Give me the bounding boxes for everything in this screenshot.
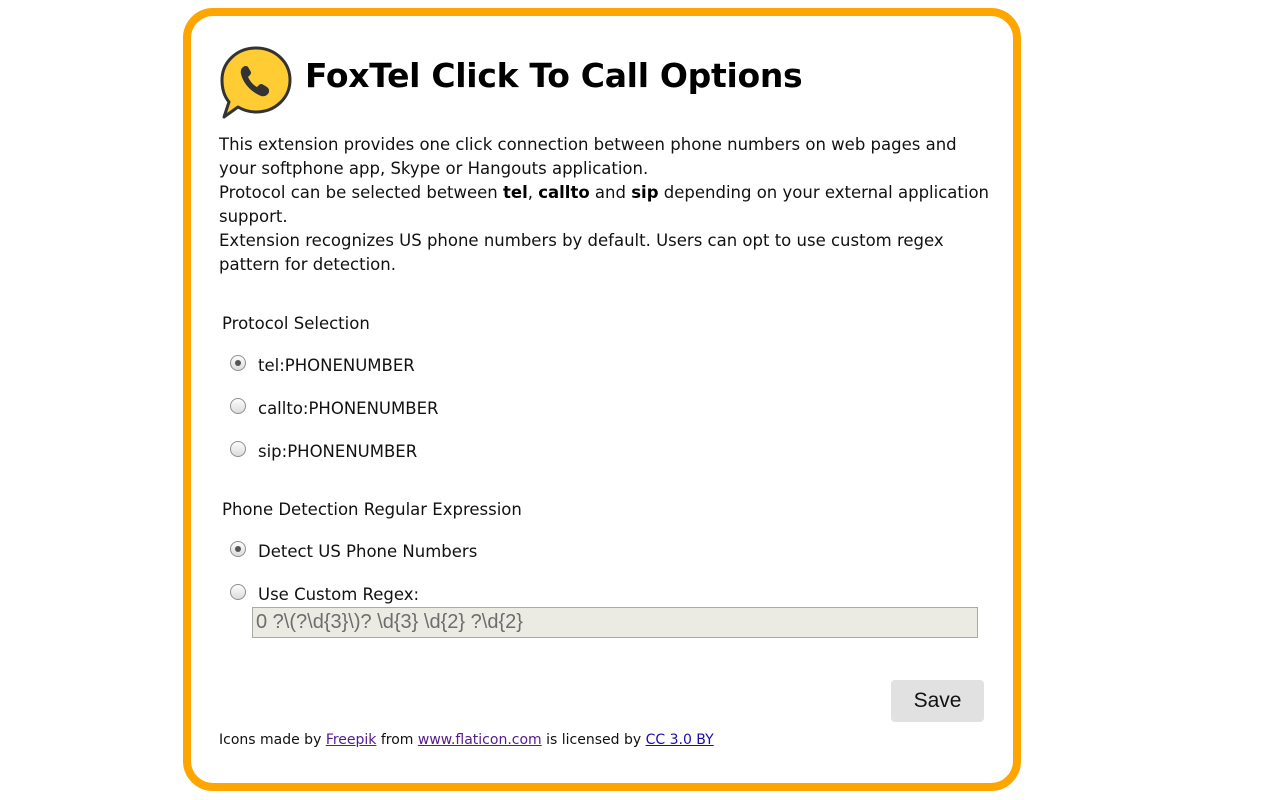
- license-link[interactable]: CC 3.0 BY: [646, 732, 714, 748]
- protocol-option-sip[interactable]: sip:PHONENUMBER: [230, 440, 418, 461]
- protocol-option-label: tel:PHONENUMBER: [258, 356, 415, 375]
- flaticon-link[interactable]: www.flaticon.com: [418, 732, 542, 748]
- radio-button[interactable]: [230, 540, 246, 557]
- protocol-option-label: callto:PHONENUMBER: [258, 399, 439, 418]
- freepik-link[interactable]: Freepik: [326, 732, 377, 748]
- detection-option-custom[interactable]: Use Custom Regex:: [230, 583, 420, 604]
- description-line-3: Extension recognizes US phone numbers by…: [219, 231, 944, 274]
- custom-regex-input[interactable]: [252, 607, 978, 638]
- protocol-section-heading: Protocol Selection: [222, 314, 370, 333]
- detection-section-heading: Phone Detection Regular Expression: [222, 500, 522, 519]
- save-button[interactable]: Save: [891, 680, 984, 722]
- protocol-option-callto[interactable]: callto:PHONENUMBER: [230, 397, 439, 418]
- radio-button[interactable]: [230, 583, 246, 600]
- protocol-sip-emphasis: sip: [631, 183, 659, 202]
- protocol-callto-emphasis: callto: [538, 183, 590, 202]
- protocol-option-tel[interactable]: tel:PHONENUMBER: [230, 354, 415, 375]
- description-line-1: This extension provides one click connec…: [219, 135, 957, 178]
- radio-button[interactable]: [230, 354, 246, 371]
- detection-option-label: Use Custom Regex:: [258, 585, 420, 604]
- protocol-tel-emphasis: tel: [502, 183, 528, 202]
- options-card: FoxTel Click To Call Options This extens…: [183, 8, 1021, 791]
- description-line-2: Protocol can be selected between tel, ca…: [219, 183, 989, 226]
- page-title: FoxTel Click To Call Options: [305, 56, 803, 95]
- description: This extension provides one click connec…: [219, 133, 989, 277]
- detection-option-label: Detect US Phone Numbers: [258, 542, 478, 561]
- phone-speech-bubble-icon: [220, 46, 292, 119]
- detection-option-us[interactable]: Detect US Phone Numbers: [230, 540, 478, 561]
- protocol-option-label: sip:PHONENUMBER: [258, 442, 418, 461]
- icon-credits: Icons made by Freepik from www.flaticon.…: [219, 732, 714, 748]
- radio-button[interactable]: [230, 440, 246, 457]
- radio-button[interactable]: [230, 397, 246, 414]
